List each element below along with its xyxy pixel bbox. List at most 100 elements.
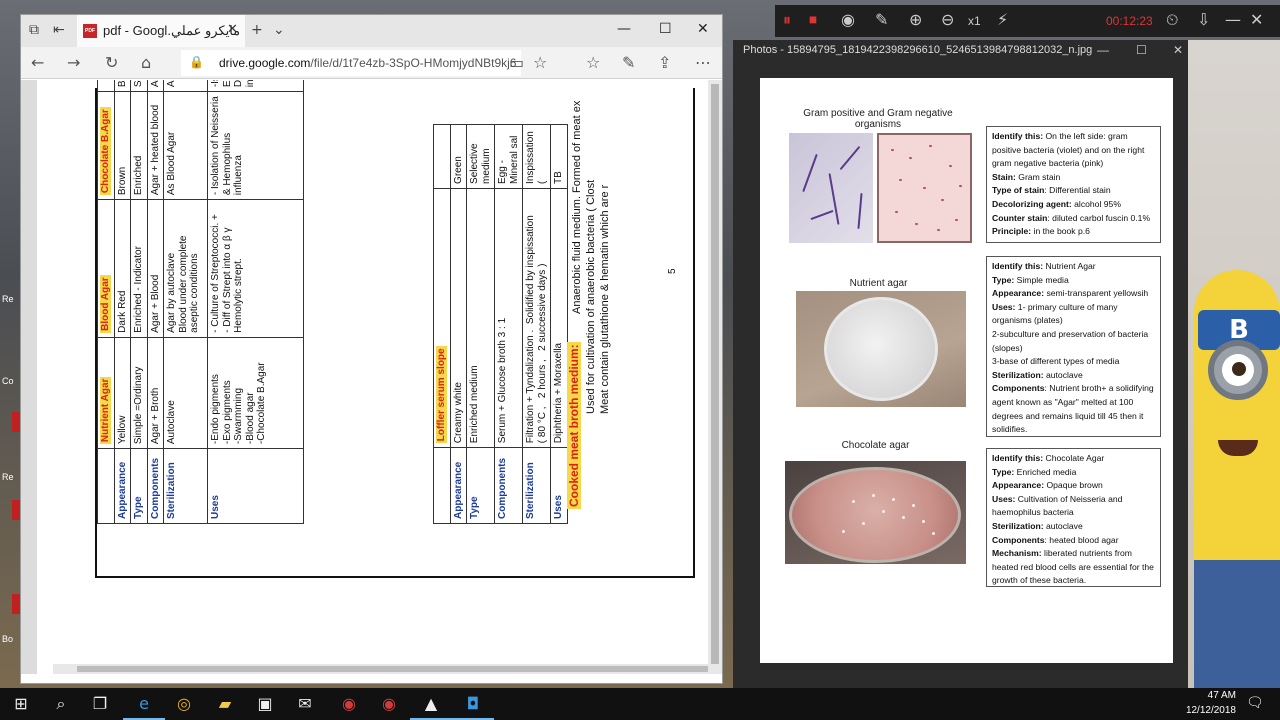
pdf-viewer[interactable]: Nutrient Agar Blood Agar Chocolate B.Aga… — [21, 80, 709, 674]
close-tab-icon[interactable]: ✕ — [227, 21, 238, 37]
refresh-icon[interactable]: ↻ — [105, 53, 118, 72]
table-cell: Agar + heated blood — [147, 91, 164, 200]
address-bar[interactable]: 🔒 drive.google.com/file/d/1t7e4zb-3SpO-H… — [181, 50, 521, 76]
maximize-icon[interactable]: ☐ — [659, 21, 672, 37]
chocolate-petri-dish — [789, 467, 961, 563]
back-icon[interactable]: ← — [31, 53, 44, 72]
notification-icon[interactable]: 🗨 — [1246, 694, 1264, 711]
recorder-minimize-icon[interactable]: — — [1225, 10, 1241, 29]
more-menu-icon[interactable]: ⋯ — [695, 53, 711, 72]
address-text[interactable]: drive.google.com/file/d/1t7e4zb-3SpO-HMo… — [219, 56, 516, 70]
info-line: Stain: Gram stain — [992, 171, 1061, 182]
screen-recorder-taskbar-icon[interactable]: ◘ — [452, 694, 494, 720]
photos-window: Photos - 15894795_1819422398296610_52465… — [733, 40, 1188, 706]
windows-start-icon[interactable]: ⊞ — [10, 694, 32, 714]
pause-record-icon[interactable]: ⏸ — [783, 10, 791, 30]
row-header-type: Type — [466, 447, 495, 524]
desktop-icon-red-1[interactable] — [12, 412, 20, 432]
minimize-icon[interactable]: — — [617, 21, 631, 37]
desktop-label-3[interactable]: Re — [2, 472, 14, 482]
tab-back-icon[interactable]: ⇤ — [53, 22, 65, 38]
info-line: Components: Nutrient broth+ a solidifyin… — [992, 383, 1154, 435]
zoom-out-icon[interactable]: ⊖ — [941, 10, 954, 29]
table-cell: Brown — [114, 91, 131, 200]
home-icon[interactable]: ⌂ — [141, 53, 151, 72]
info-line: Principle: in the book p.6 — [992, 226, 1090, 237]
favorite-star-icon[interactable]: ☆ — [533, 53, 547, 72]
table-cell: Filtration + Tyndalization . Solidified … — [522, 188, 551, 448]
col-title-chocolate: Chocolate B.Agar — [97, 91, 114, 200]
mail-icon[interactable]: ✉ — [294, 694, 316, 714]
pdf-page-number: 5 — [667, 268, 678, 274]
search-icon[interactable]: ⌕ — [50, 694, 72, 714]
recorder-close-icon[interactable]: ✕ — [1250, 10, 1263, 29]
tab-list-chevron-icon[interactable]: ⌄ — [273, 22, 285, 38]
zoom-in-icon[interactable]: ⊕ — [909, 10, 922, 29]
info-line: Sterilization: autoclave — [992, 520, 1083, 531]
task-view-icon[interactable]: ❐ — [89, 694, 111, 714]
table-cell: Bri — [114, 80, 131, 92]
close-window-icon[interactable]: ✕ — [697, 21, 709, 37]
table-cell: Egg - Mineral sal — [494, 124, 523, 189]
pdf-horizontal-scrollbar[interactable] — [53, 664, 709, 674]
info-line: Counter stain: diluted carbol fuscin 0.1… — [992, 212, 1151, 223]
clock-date[interactable]: 12/12/2018 — [1180, 705, 1236, 716]
info-line: Components: heated blood agar — [992, 534, 1119, 545]
photos-close-icon[interactable]: ✕ — [1173, 43, 1183, 57]
camera-icon[interactable]: ◉ — [841, 10, 855, 29]
row-header-appearance: Appearance — [114, 448, 131, 524]
caption-nutrient: Nutrient agar — [849, 278, 908, 289]
taskbar: ⊞ ⌕ ❐ e ◎ ▰ ▣ ✉ ◉ ◉ ▲ ◘ 47 AM 12/12/2018… — [0, 688, 1280, 720]
recorder-app-icon-2[interactable]: ◉ — [378, 694, 400, 714]
schedule-icon[interactable]: ⏲ — [1166, 10, 1178, 30]
pdf-hscroll-thumb[interactable] — [77, 666, 709, 672]
minion-overall — [1194, 560, 1280, 690]
col-title-nutrient: Nutrient Agar — [97, 337, 114, 449]
store-icon[interactable]: ▣ — [254, 694, 276, 714]
recorder-app-icon[interactable]: ◉ — [338, 694, 360, 714]
share-icon[interactable]: ⇪ — [658, 53, 671, 72]
clock-time[interactable]: 47 AM — [1196, 690, 1236, 701]
desktop-icon-red-2[interactable] — [12, 500, 20, 520]
chrome-taskbar-icon[interactable]: ◎ — [173, 694, 195, 714]
table-cell: Dark Red — [114, 199, 131, 338]
desktop-icon-red-3[interactable] — [12, 594, 20, 614]
edge-tab-title: pdf - Googl.مايكرو عملي — [103, 23, 241, 38]
stop-record-icon[interactable]: ⏹ — [809, 10, 817, 30]
info-line: Type: Enriched media — [992, 466, 1077, 477]
desktop-label-4[interactable]: Bo — [2, 634, 13, 644]
info-line: Decolorizing agent: alcohol 95% — [992, 198, 1121, 209]
tab-manager-icon[interactable]: ⧉ — [29, 22, 39, 38]
pen-icon[interactable]: ✎ — [875, 10, 888, 29]
desktop-label-1[interactable]: Re — [2, 294, 14, 304]
edge-tab[interactable]: PDF pdf - Googl.مايكرو عملي ✕ — [77, 15, 245, 47]
minimize-to-tray-icon[interactable]: ⇩ — [1197, 10, 1210, 29]
pdf-scroll-thumb[interactable] — [711, 84, 719, 664]
table-cell: Agar + Broth — [147, 337, 164, 449]
cooked-meat-heading: Cooked meat broth medium: — [567, 342, 581, 509]
table-cell: TB — [550, 124, 567, 189]
photos-maximize-icon[interactable]: ☐ — [1136, 43, 1147, 57]
row-header-sterilization: Sterilization — [163, 448, 208, 524]
notes-pen-icon[interactable]: ✎ — [622, 53, 635, 72]
photos-minimize-icon[interactable]: — — [1097, 43, 1109, 57]
pdf-vertical-scrollbar[interactable] — [708, 80, 722, 674]
reading-view-icon[interactable]: ▭ — [509, 53, 524, 72]
file-explorer-icon[interactable]: ▰ — [214, 694, 236, 714]
info-line: Uses: Cultivation of Neisseria and haemo… — [992, 493, 1123, 518]
minion-pupil — [1232, 362, 1246, 376]
favorites-hub-icon[interactable]: ☆ — [586, 53, 600, 72]
row-header-components: Components — [147, 448, 164, 524]
photos-taskbar-icon[interactable]: ▲ — [410, 694, 452, 720]
table-cell: Creamy white — [450, 188, 467, 448]
edge-window: ⧉ ⇤ PDF pdf - Googl.مايكرو عملي ✕ + ⌄ — … — [20, 14, 723, 684]
forward-icon[interactable]: → — [67, 53, 80, 72]
table-cell: - Culture of Streptococci. + - Diff of S… — [207, 199, 304, 338]
table-cell: Simple =Ordinary — [130, 337, 147, 449]
new-tab-icon[interactable]: + — [251, 22, 263, 38]
cursor-effect-icon[interactable]: ⚡ — [997, 10, 1008, 29]
cooked-meat-line-1: Anaerobic fluid medium. Formed of meat e… — [571, 100, 583, 314]
desktop-label-2[interactable]: Co — [2, 376, 14, 386]
row-header-uses: Uses — [207, 448, 304, 524]
edge-taskbar-icon[interactable]: e — [123, 694, 165, 720]
